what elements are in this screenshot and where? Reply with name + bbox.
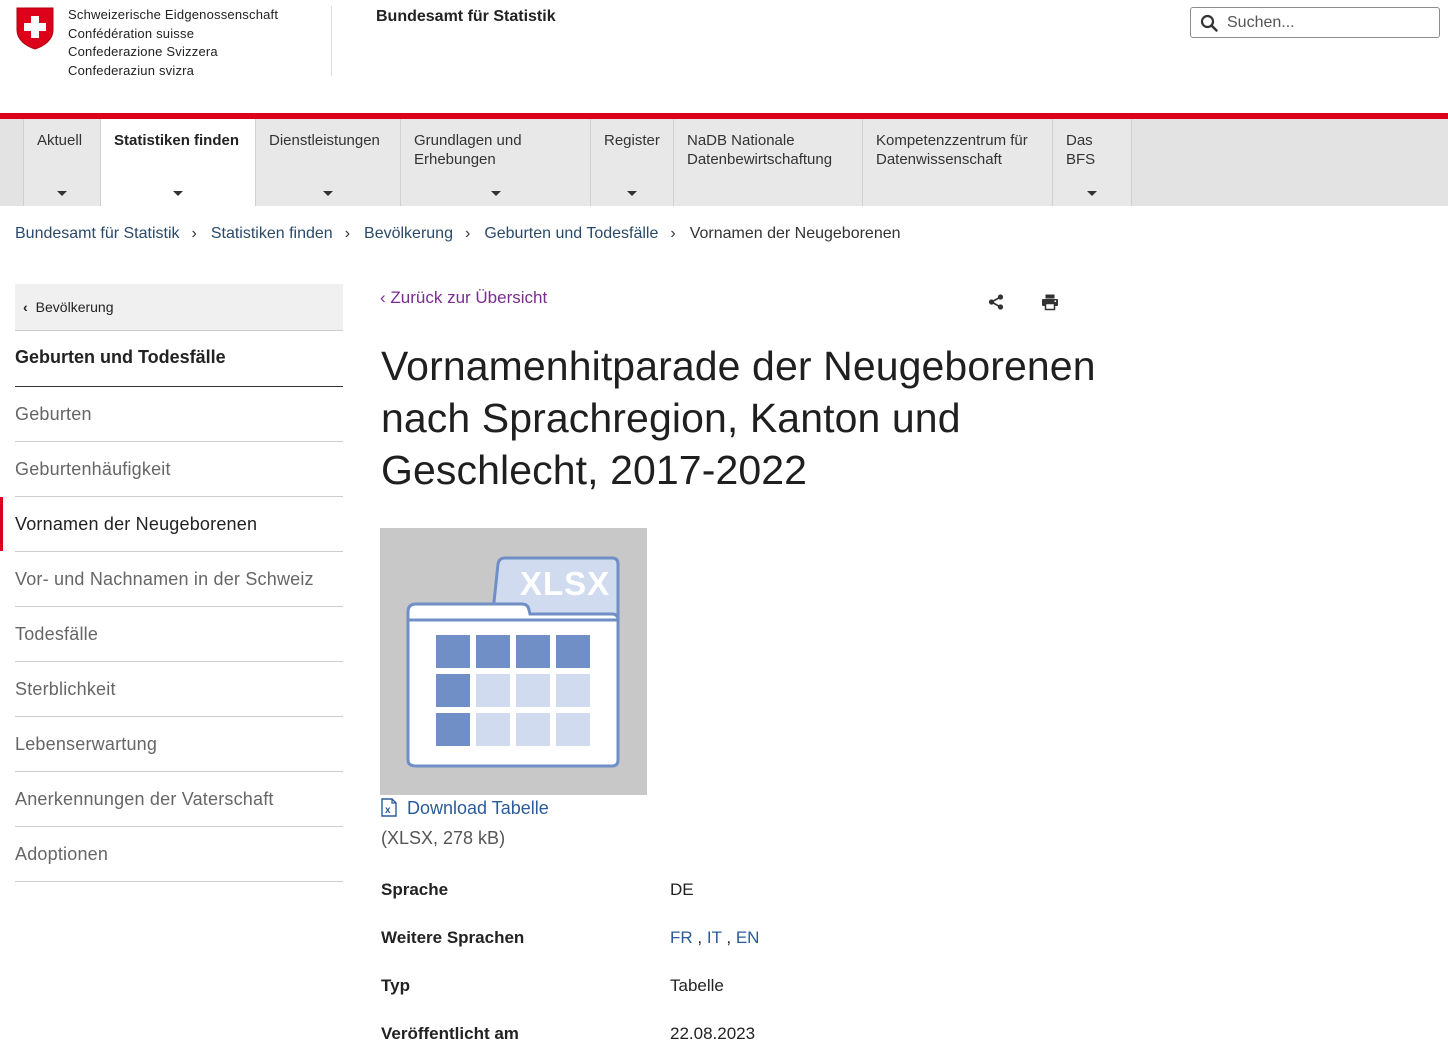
language-link-it[interactable]: IT bbox=[707, 928, 722, 947]
breadcrumb-link-bfs[interactable]: Bundesamt für Statistik bbox=[15, 225, 180, 242]
breadcrumb-link-statistiken-finden[interactable]: Statistiken finden bbox=[211, 225, 333, 242]
sidebar-item-anerkennungen-der-vaterschaft[interactable]: Anerkennungen der Vaterschaft bbox=[15, 772, 343, 827]
nav-item-label: Grundlagen und Erhebungen bbox=[414, 132, 522, 168]
caret-down-icon bbox=[490, 191, 501, 196]
nav-item-label: Statistiken finden bbox=[114, 132, 240, 149]
chevron-left-icon: ‹ bbox=[380, 288, 391, 307]
page-title: Vornamenhitparade der Neugeborenen nach … bbox=[381, 343, 1096, 493]
nav-item-das-bfs[interactable]: Das BFS bbox=[1053, 119, 1132, 206]
sidebar-item-geburtenhaeufigkeit[interactable]: Geburtenhäufigkeit bbox=[15, 442, 343, 497]
file-info: (XLSX, 278 kB) bbox=[381, 828, 506, 848]
confederation-names: Schweizerische Eidgenossenschaft Confédé… bbox=[68, 6, 278, 80]
caret-down-icon bbox=[173, 191, 183, 196]
meta-label-sprache: Sprache bbox=[381, 880, 449, 899]
download-table-link[interactable]: x Download Tabelle bbox=[381, 798, 549, 819]
thumbnail-xlsx-label: XLSX bbox=[520, 565, 611, 602]
breadcrumb-link-bevoelkerung[interactable]: Bevölkerung bbox=[364, 225, 453, 242]
sidebar: ‹ Bevölkerung Geburten und Todesfälle Geb… bbox=[0, 284, 343, 882]
xlsx-thumbnail[interactable]: XLSX bbox=[380, 528, 647, 795]
nav-item-aktuell[interactable]: Aktuell bbox=[24, 119, 101, 206]
nav-item-register[interactable]: Register bbox=[591, 119, 674, 206]
sidebar-item-sterblichkeit[interactable]: Sterblichkeit bbox=[15, 662, 343, 717]
chevron-right-icon: › bbox=[670, 225, 676, 242]
meta-label-typ: Typ bbox=[381, 976, 410, 995]
excel-file-icon: x bbox=[381, 798, 397, 817]
confederation-name-de: Schweizerische Eidgenossenschaft bbox=[68, 7, 279, 22]
confederation-name-rm: Confederaziun svizra bbox=[68, 62, 195, 78]
meta-label-veroeffentlicht: Veröffentlicht am bbox=[381, 1024, 519, 1043]
chevron-right-icon: › bbox=[344, 225, 351, 242]
sidebar-section-title[interactable]: Geburten und Todesfälle bbox=[15, 331, 343, 387]
caret-down-icon bbox=[323, 191, 333, 196]
main-navigation: Aktuell Statistiken finden Dienstleistun… bbox=[0, 119, 1448, 206]
swiss-coat-of-arms-logo[interactable] bbox=[16, 6, 54, 50]
nav-item-label: Register bbox=[604, 132, 660, 149]
header-divider bbox=[331, 6, 332, 76]
sidebar-back-button[interactable]: ‹ Bevölkerung bbox=[15, 284, 343, 331]
download-table-label: Download Tabelle bbox=[407, 798, 549, 818]
nav-item-nadb[interactable]: NaDB Nationale Datenbewirtschaftung bbox=[674, 119, 863, 206]
language-link-fr[interactable]: FR bbox=[670, 928, 693, 947]
meta-value-typ: Tabelle bbox=[670, 976, 724, 995]
chevron-left-icon: ‹ bbox=[23, 299, 28, 315]
meta-value-veroeffentlicht: 22.08.2023 bbox=[670, 1024, 756, 1043]
confederation-name-fr: Confédération suisse bbox=[68, 25, 195, 41]
breadcrumb: Bundesamt für Statistik › Statistiken find… bbox=[15, 225, 901, 247]
confederation-name-it: Confederazione Svizzera bbox=[68, 44, 218, 59]
caret-down-icon bbox=[57, 191, 67, 196]
share-icon[interactable] bbox=[987, 293, 1005, 311]
nav-item-grundlagen-und-erhebungen[interactable]: Grundlagen und Erhebungen bbox=[401, 119, 591, 206]
meta-label-weitere-sprachen: Weitere Sprachen bbox=[381, 928, 525, 947]
meta-value-sprache: DE bbox=[670, 880, 694, 899]
caret-down-icon bbox=[627, 191, 637, 196]
search-icon[interactable] bbox=[1200, 14, 1218, 32]
sidebar-item-lebenserwartung[interactable]: Lebenserwartung bbox=[15, 717, 343, 772]
chevron-right-icon: › bbox=[191, 225, 197, 242]
nav-item-label: Das BFS bbox=[1066, 132, 1096, 168]
nav-item-label: Aktuell bbox=[37, 132, 83, 149]
meta-value-weitere-sprachen: FR , IT , EN bbox=[670, 928, 760, 947]
sidebar-back-label: Bevölkerung bbox=[35, 299, 114, 315]
nav-item-label: Dienstleistungen bbox=[269, 132, 380, 149]
search-input[interactable] bbox=[1227, 11, 1432, 34]
language-link-en[interactable]: EN bbox=[736, 928, 760, 947]
office-title[interactable]: Bundesamt für Statistik bbox=[376, 8, 556, 26]
sidebar-item-vor-und-nachnamen[interactable]: Vor- und Nachnamen in der Schweiz bbox=[15, 552, 343, 607]
nav-item-label: NaDB Nationale Datenbewirtschaftung bbox=[687, 132, 833, 168]
nav-left-strip bbox=[0, 119, 24, 206]
back-to-overview-link[interactable]: ‹ Zurück zur Übersicht bbox=[380, 288, 547, 308]
sidebar-item-geburten[interactable]: Geburten bbox=[15, 387, 343, 442]
print-icon[interactable] bbox=[1041, 293, 1059, 311]
chevron-right-icon: › bbox=[464, 225, 471, 242]
sidebar-item-todesfaelle[interactable]: Todesfälle bbox=[15, 607, 343, 662]
sidebar-item-adoptionen[interactable]: Adoptionen bbox=[15, 827, 343, 882]
back-to-overview-label: Zurück zur Übersicht bbox=[390, 288, 548, 307]
caret-down-icon bbox=[1087, 191, 1097, 196]
breadcrumb-link-geburten-und-todesfaelle[interactable]: Geburten und Todesfälle bbox=[484, 225, 658, 242]
breadcrumb-current: Vornamen der Neugeborenen bbox=[689, 225, 901, 242]
nav-item-label: Kompetenzzentrum für Datenwissenschaft bbox=[876, 132, 1028, 168]
svg-text:x: x bbox=[385, 805, 391, 816]
search-box[interactable] bbox=[1190, 7, 1440, 38]
nav-item-dienstleistungen[interactable]: Dienstleistungen bbox=[256, 119, 401, 206]
site-header: Schweizerische Eidgenossenschaft Confédé… bbox=[0, 0, 1448, 113]
nav-item-kompetenzzentrum[interactable]: Kompetenzzentrum für Datenwissenschaft bbox=[863, 119, 1053, 206]
sidebar-item-vornamen-der-neugeborenen[interactable]: Vornamen der Neugeborenen bbox=[0, 497, 343, 552]
nav-item-statistiken-finden[interactable]: Statistiken finden bbox=[101, 119, 256, 206]
